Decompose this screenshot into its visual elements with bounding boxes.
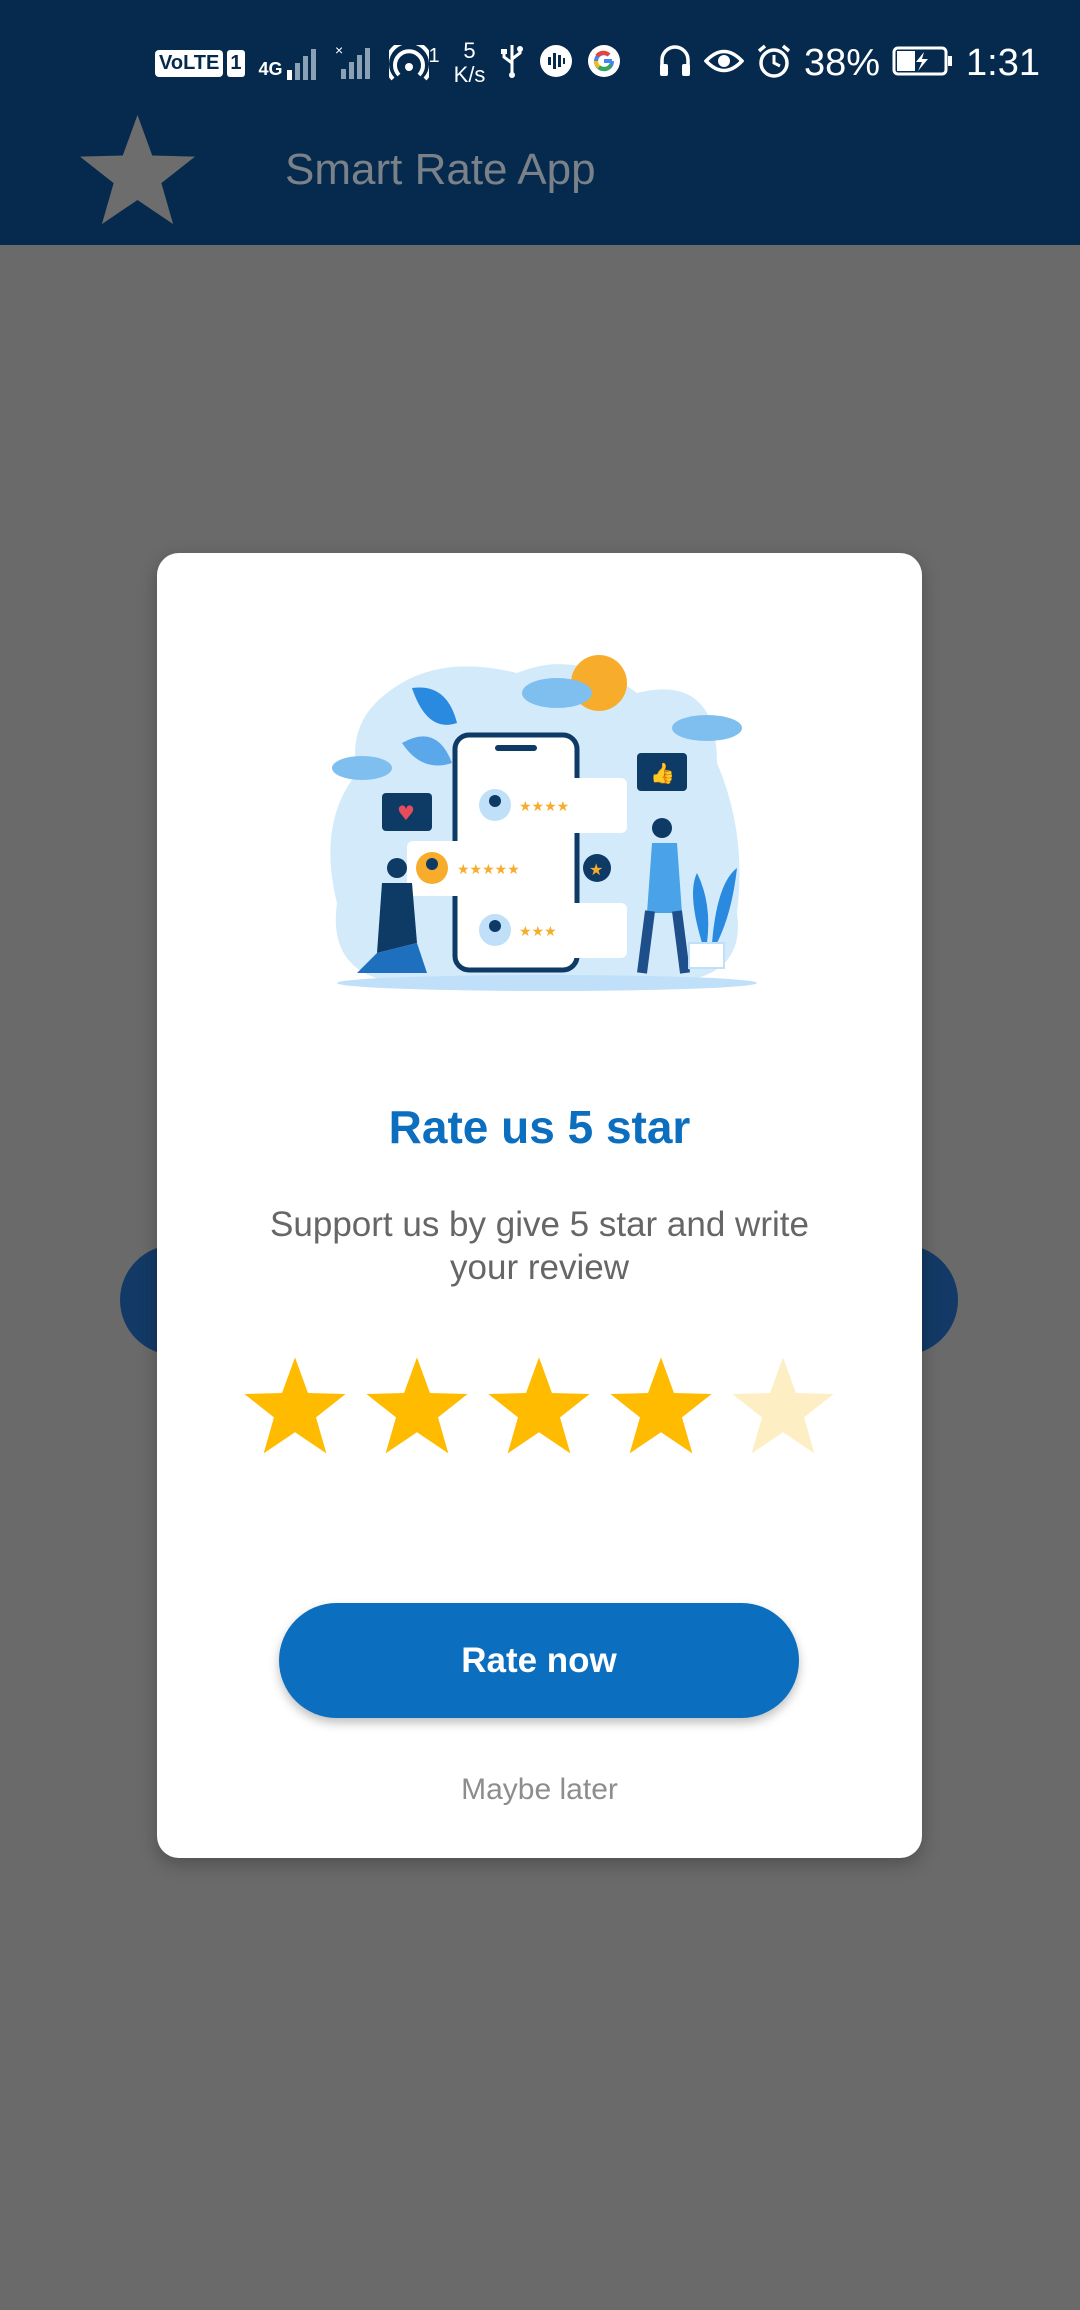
- svg-text:★★★★: ★★★★: [519, 799, 569, 815]
- status-right-icons: 38% 1:31: [658, 35, 1040, 91]
- svg-text:♥: ♥: [397, 801, 415, 825]
- dialog-title: Rate us 5 star: [388, 1101, 691, 1153]
- star-2-icon[interactable]: [362, 1353, 472, 1463]
- svg-text:👍: 👍: [650, 761, 675, 785]
- app-logo-star-icon: [80, 115, 195, 225]
- eye-comfort-icon: [703, 46, 745, 81]
- volte-icon: VoLTE 1: [155, 49, 245, 77]
- rate-now-button[interactable]: Rate now: [279, 1603, 799, 1718]
- google-icon: [587, 44, 621, 83]
- rate-dialog: ★★★★ ★★★★★ ★★★ ♥ 👍 ★ Rate us 5 star Supp…: [157, 553, 922, 1858]
- signal-x-icon: ×: [335, 42, 375, 84]
- star-5-icon[interactable]: [728, 1353, 838, 1463]
- voice-assistant-icon: [539, 44, 573, 83]
- battery-charging-icon: [892, 45, 954, 82]
- dialog-subtitle: Support us by give 5 star and write your…: [270, 1205, 809, 1287]
- network-speed: 5 K/s: [453, 38, 486, 87]
- star-1-icon[interactable]: [240, 1353, 350, 1463]
- star-rating[interactable]: [240, 1353, 840, 1463]
- svg-text:★★★★★: ★★★★★: [457, 862, 520, 878]
- headphones-icon: [658, 43, 692, 84]
- svg-text:★★★: ★★★: [519, 924, 557, 940]
- clock: 1:31: [966, 41, 1040, 84]
- hotspot-icon: 1: [388, 45, 440, 81]
- svg-text:★: ★: [589, 860, 603, 879]
- star-3-icon[interactable]: [484, 1353, 594, 1463]
- star-4-icon[interactable]: [606, 1353, 716, 1463]
- review-illustration: ★★★★ ★★★★★ ★★★ ♥ 👍 ★: [330, 655, 757, 991]
- signal-4g-icon: 4G: [259, 46, 321, 80]
- status-left-icons: VoLTE 1 4G × 1 5 K/s: [155, 35, 621, 91]
- app-title: Smart Rate App: [285, 145, 596, 194]
- maybe-later-link[interactable]: Maybe later: [157, 1773, 922, 1807]
- status-bar: VoLTE 1 4G × 1 5 K/s 38% 1:31: [0, 0, 1080, 125]
- usb-icon: [499, 43, 525, 84]
- battery-percent: 38%: [803, 41, 881, 84]
- svg-text:×: ×: [335, 43, 343, 58]
- alarm-icon: [756, 43, 792, 84]
